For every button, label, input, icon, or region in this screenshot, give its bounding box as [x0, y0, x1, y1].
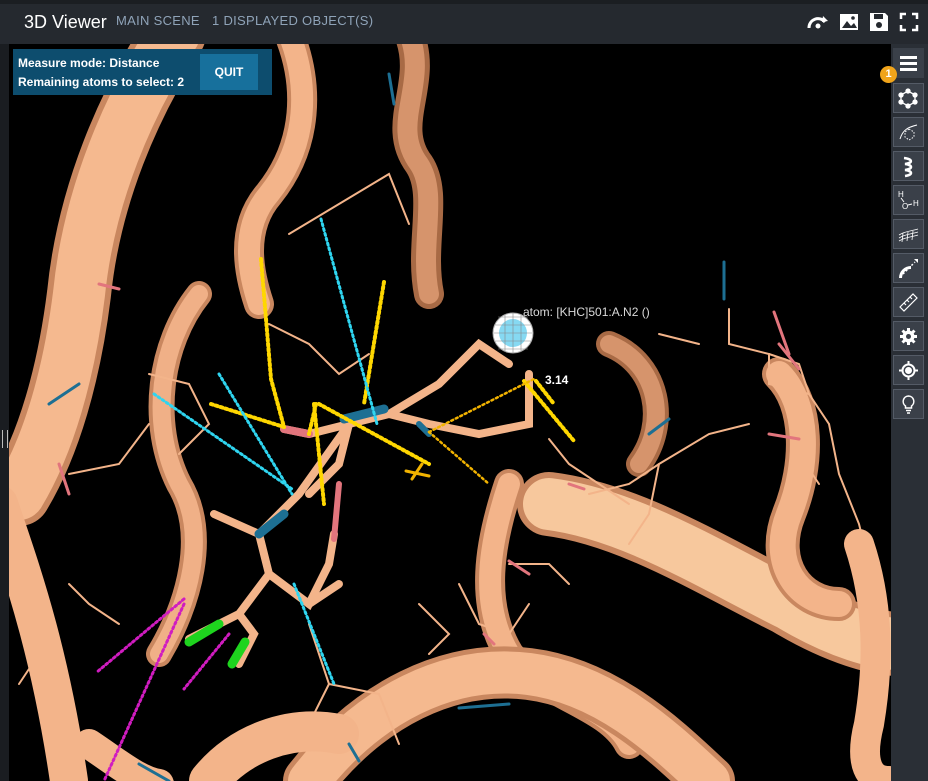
svg-text:H: H — [913, 199, 919, 208]
svg-text:O: O — [902, 202, 908, 211]
image-icon[interactable] — [838, 11, 860, 33]
notification-badge: 1 — [880, 66, 897, 83]
molecular-scene[interactable] — [9, 44, 891, 781]
displayed-objects-tab[interactable]: 1 DISPLAYED OBJECT(S) — [212, 13, 373, 28]
rotate-icon[interactable] — [807, 11, 829, 33]
save-icon[interactable] — [868, 11, 890, 33]
ruler-icon[interactable] — [893, 287, 924, 317]
settings-icon[interactable] — [893, 321, 924, 351]
measure-mode-text: Measure mode: Distance — [18, 56, 160, 70]
selected-atom-sphere[interactable] — [492, 312, 534, 354]
wireframe-icon[interactable] — [893, 117, 924, 147]
light-icon[interactable] — [893, 389, 924, 419]
quit-button[interactable]: QUIT — [200, 54, 258, 90]
surface-icon[interactable] — [893, 219, 924, 249]
distance-icon[interactable] — [893, 253, 924, 283]
water-icon[interactable]: HOH — [893, 185, 924, 215]
remaining-atoms-text: Remaining atoms to select: 2 — [18, 75, 185, 89]
scene-tab[interactable]: MAIN SCENE — [116, 13, 200, 28]
cartoon-icon[interactable] — [893, 151, 924, 181]
left-panel-edge — [0, 44, 9, 781]
ball-stick-icon[interactable] — [893, 83, 924, 113]
molecule-viewport[interactable]: atom: [KHC]501:A.N2 () 3.14 — [9, 44, 891, 781]
resize-handle[interactable] — [2, 430, 8, 448]
menu-icon[interactable] — [893, 48, 924, 78]
svg-text:H: H — [898, 190, 904, 199]
center-icon[interactable] — [893, 355, 924, 385]
page-title: 3D Viewer — [24, 12, 107, 32]
distance-label: 3.14 — [545, 373, 569, 387]
atom-label: atom: [KHC]501:A.N2 () — [523, 305, 650, 319]
fullscreen-icon[interactable] — [898, 11, 920, 33]
measure-panel: Measure mode: Distance Remaining atoms t… — [13, 49, 272, 95]
top-strip — [0, 0, 928, 4]
